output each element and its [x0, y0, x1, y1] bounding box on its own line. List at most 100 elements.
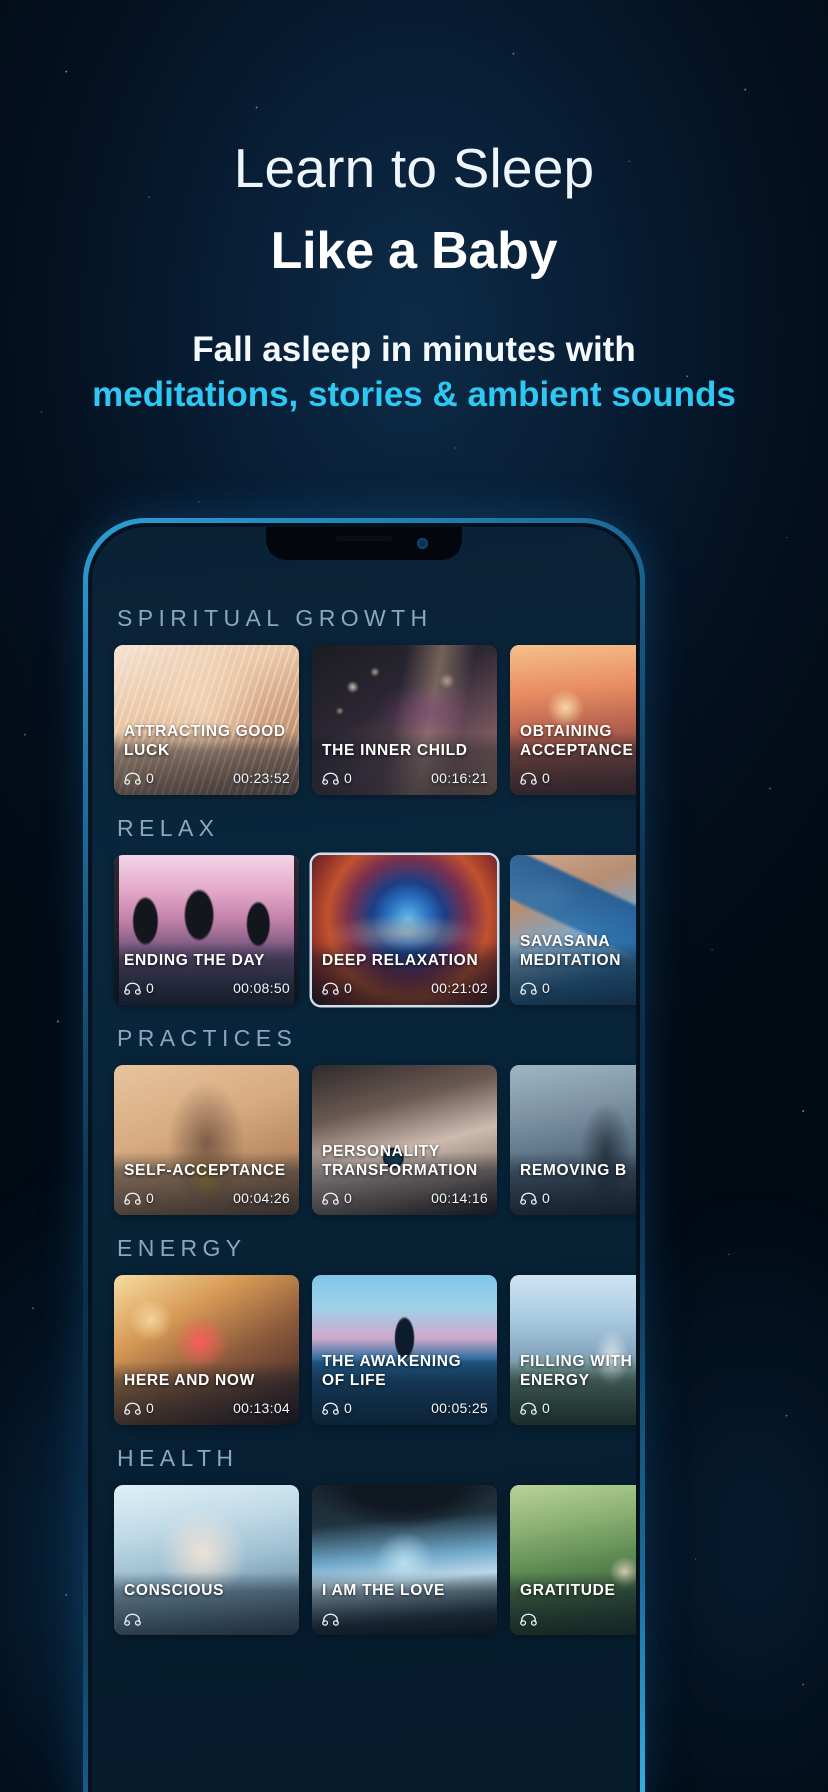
- card-duration: 00:04:26: [233, 1190, 290, 1206]
- category-section: ENERGY HERE AND NOW 0 00:13:04 THE AWAKENING…: [114, 1235, 636, 1425]
- headphones-icon: [322, 772, 339, 785]
- card-duration: 00:05:25: [431, 1400, 488, 1416]
- meditation-card[interactable]: ENDING THE DAY 0 00:08:50: [114, 855, 299, 1005]
- meditation-card[interactable]: CONSCIOUS: [114, 1485, 299, 1635]
- category-title: HEALTH: [117, 1445, 239, 1471]
- category-section: RELAX ENDING THE DAY 0 00:08:50 DEEP RELAXAT…: [114, 815, 636, 1005]
- card-meta: 0 00:04:26: [124, 1190, 290, 1206]
- card-meta: 0 00:08:50: [124, 980, 290, 996]
- earpiece-speaker-icon: [336, 536, 392, 541]
- card-title: REMOVING B: [520, 1161, 627, 1179]
- meditation-card[interactable]: THE AWAKENING OF LIFE 0 00:05:25: [312, 1275, 497, 1425]
- card-title: THE AWAKENING OF LIFE: [322, 1353, 462, 1389]
- headphones-icon: [520, 982, 537, 995]
- phone-mockup: SPIRITUAL GROWTH ATTRACTING GOOD LUCK 0 00:…: [83, 518, 645, 1792]
- meditation-card[interactable]: SELF-ACCEPTANCE 0 00:04:26: [114, 1065, 299, 1215]
- card-meta: [322, 1613, 488, 1626]
- front-camera-icon: [417, 538, 428, 549]
- meditation-card[interactable]: PERSONALITY TRANSFORMATION 0 00:14:16: [312, 1065, 497, 1215]
- card-meta: 0: [520, 980, 636, 996]
- category-row[interactable]: ENDING THE DAY 0 00:08:50 DEEP RELAXATION 0 0…: [114, 855, 636, 1005]
- card-title: THE INNER CHILD: [322, 741, 468, 759]
- headphones-icon: [124, 1402, 141, 1415]
- category-row[interactable]: HERE AND NOW 0 00:13:04 THE AWAKENING OF LI…: [114, 1275, 636, 1425]
- play-count-value: 0: [146, 1190, 154, 1206]
- play-count: 0: [520, 980, 550, 996]
- card-title: ATTRACTING GOOD LUCK: [124, 723, 286, 759]
- category-section: SPIRITUAL GROWTH ATTRACTING GOOD LUCK 0 00:…: [114, 605, 636, 795]
- category-section: HEALTH CONSCIOUS I AM THE LOVE GRATITUDE: [114, 1445, 636, 1635]
- play-count: [520, 1613, 542, 1626]
- play-count: 0: [520, 770, 550, 786]
- card-title: SAVASANA MEDITATION: [520, 933, 622, 969]
- meditation-card[interactable]: THE INNER CHILD 0 00:16:21: [312, 645, 497, 795]
- play-count-value: 0: [344, 980, 352, 996]
- category-title: SPIRITUAL GROWTH: [117, 605, 433, 631]
- card-meta: 0 00:16:21: [322, 770, 488, 786]
- play-count: [124, 1613, 146, 1626]
- meditation-card[interactable]: I AM THE LOVE: [312, 1485, 497, 1635]
- play-count-value: 0: [542, 1190, 550, 1206]
- meditation-card[interactable]: ATTRACTING GOOD LUCK 0 00:23:52: [114, 645, 299, 795]
- card-duration: 00:14:16: [431, 1190, 488, 1206]
- subheadline-line-1: Fall asleep in minutes with: [192, 330, 636, 369]
- card-title: DEEP RELAXATION: [322, 951, 479, 969]
- card-title: HERE AND NOW: [124, 1371, 255, 1389]
- play-count-value: 0: [146, 1400, 154, 1416]
- play-count: 0: [322, 770, 352, 786]
- play-count: 0: [322, 1190, 352, 1206]
- subheadline-line-2: meditations, stories & ambient sounds: [92, 375, 736, 415]
- meditation-card[interactable]: HERE AND NOW 0 00:13:04: [114, 1275, 299, 1425]
- headphones-icon: [520, 1613, 537, 1626]
- category-title: PRACTICES: [117, 1025, 298, 1051]
- category-row[interactable]: ATTRACTING GOOD LUCK 0 00:23:52 THE INNER C…: [114, 645, 636, 795]
- play-count-value: 0: [542, 980, 550, 996]
- card-duration: 00:08:50: [233, 980, 290, 996]
- play-count: 0: [322, 1400, 352, 1416]
- play-count: 0: [520, 1190, 550, 1206]
- headphones-icon: [322, 982, 339, 995]
- headphones-icon: [124, 1613, 141, 1626]
- headline-line-1: Learn to Sleep: [233, 137, 595, 199]
- category-title: ENERGY: [117, 1235, 247, 1261]
- meditation-card[interactable]: OBTAINING ACCEPTANCE 0: [510, 645, 636, 795]
- play-count-value: 0: [542, 1400, 550, 1416]
- headline-line-2: Like a Baby: [270, 222, 558, 280]
- card-title: ENDING THE DAY: [124, 951, 265, 969]
- card-title: GRATITUDE: [520, 1581, 616, 1599]
- card-title: OBTAINING ACCEPTANCE: [520, 723, 634, 759]
- category-title: RELAX: [117, 815, 220, 841]
- play-count-value: 0: [344, 1400, 352, 1416]
- card-title: SELF-ACCEPTANCE: [124, 1161, 286, 1179]
- play-count-value: 0: [344, 1190, 352, 1206]
- category-section: PRACTICES SELF-ACCEPTANCE 0 00:04:26 PERSONA…: [114, 1025, 636, 1215]
- card-meta: 0 00:05:25: [322, 1400, 488, 1416]
- headline-block: Learn to Sleep Like a Baby Fall asleep i…: [0, 0, 828, 415]
- play-count: 0: [520, 1400, 550, 1416]
- play-count-value: 0: [344, 770, 352, 786]
- headphones-icon: [124, 1192, 141, 1205]
- meditation-card[interactable]: SAVASANA MEDITATION 0: [510, 855, 636, 1005]
- card-meta: 0: [520, 770, 636, 786]
- card-title: PERSONALITY TRANSFORMATION: [322, 1143, 478, 1179]
- category-row[interactable]: SELF-ACCEPTANCE 0 00:04:26 PERSONALITY TRAN…: [114, 1065, 636, 1215]
- card-title: I AM THE LOVE: [322, 1581, 446, 1599]
- play-count: [322, 1613, 344, 1626]
- headphones-icon: [520, 772, 537, 785]
- headphones-icon: [520, 1402, 537, 1415]
- meditation-card[interactable]: GRATITUDE: [510, 1485, 636, 1635]
- play-count-value: 0: [146, 980, 154, 996]
- headphones-icon: [322, 1402, 339, 1415]
- headphones-icon: [124, 982, 141, 995]
- play-count: 0: [124, 770, 154, 786]
- meditation-card[interactable]: DEEP RELAXATION 0 00:21:02: [312, 855, 497, 1005]
- category-row[interactable]: CONSCIOUS I AM THE LOVE GRATITUDE: [114, 1485, 636, 1635]
- card-title: CONSCIOUS: [124, 1581, 225, 1599]
- meditation-card[interactable]: FILLING WITH ENERGY 0: [510, 1275, 636, 1425]
- phone-screen: SPIRITUAL GROWTH ATTRACTING GOOD LUCK 0 00:…: [92, 527, 636, 1792]
- play-count-value: 0: [542, 770, 550, 786]
- headphones-icon: [322, 1613, 339, 1626]
- phone-notch: [266, 527, 462, 560]
- category-list[interactable]: SPIRITUAL GROWTH ATTRACTING GOOD LUCK 0 00:…: [92, 605, 636, 1792]
- meditation-card[interactable]: REMOVING B 0: [510, 1065, 636, 1215]
